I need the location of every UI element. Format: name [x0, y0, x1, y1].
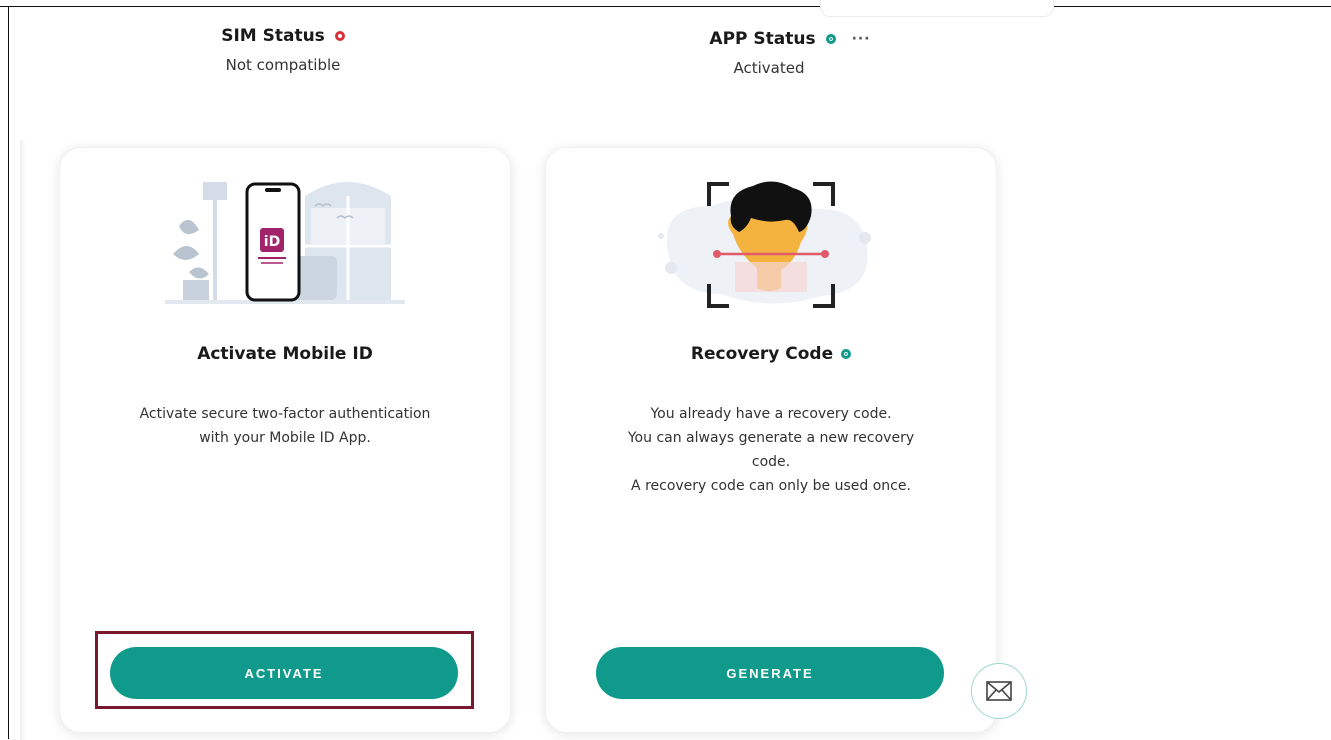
verified-status-icon: [825, 34, 836, 44]
left-panel-shadow: [20, 140, 26, 740]
svg-text:iD: iD: [264, 234, 280, 250]
recovery-code-card: Recovery Code You already have a recover…: [545, 147, 997, 733]
card-description: Activate secure two-factor authenticatio…: [139, 406, 431, 446]
app-status-value: Activated: [733, 59, 805, 77]
app-status-title: APP Status: [709, 29, 816, 49]
contact-mail-button[interactable]: [971, 663, 1027, 719]
card-description: You already have a recovery code. You ca…: [627, 406, 915, 494]
sim-status-title: SIM Status: [221, 26, 325, 46]
verified-badge-icon: [841, 349, 852, 359]
activate-highlight-box: [95, 631, 474, 709]
face-scan-illustration-icon: [658, 181, 871, 308]
generate-button[interactable]: GENERATE: [596, 647, 944, 699]
error-status-icon: [334, 31, 345, 41]
phone-illustration-icon: iD: [165, 182, 405, 304]
card-title: Activate Mobile ID: [197, 344, 373, 364]
app-status: APP Status ··· Activated: [680, 29, 900, 77]
mail-icon: [986, 681, 1012, 701]
sim-status: SIM Status Not compatible: [183, 26, 383, 74]
sim-status-value: Not compatible: [225, 56, 341, 74]
more-options-icon[interactable]: ···: [852, 31, 871, 47]
frame-left-border: [8, 6, 9, 739]
top-tab-edge: [820, 0, 1054, 17]
card-title: Recovery Code: [690, 344, 834, 364]
frame-top-border: [0, 6, 1331, 7]
